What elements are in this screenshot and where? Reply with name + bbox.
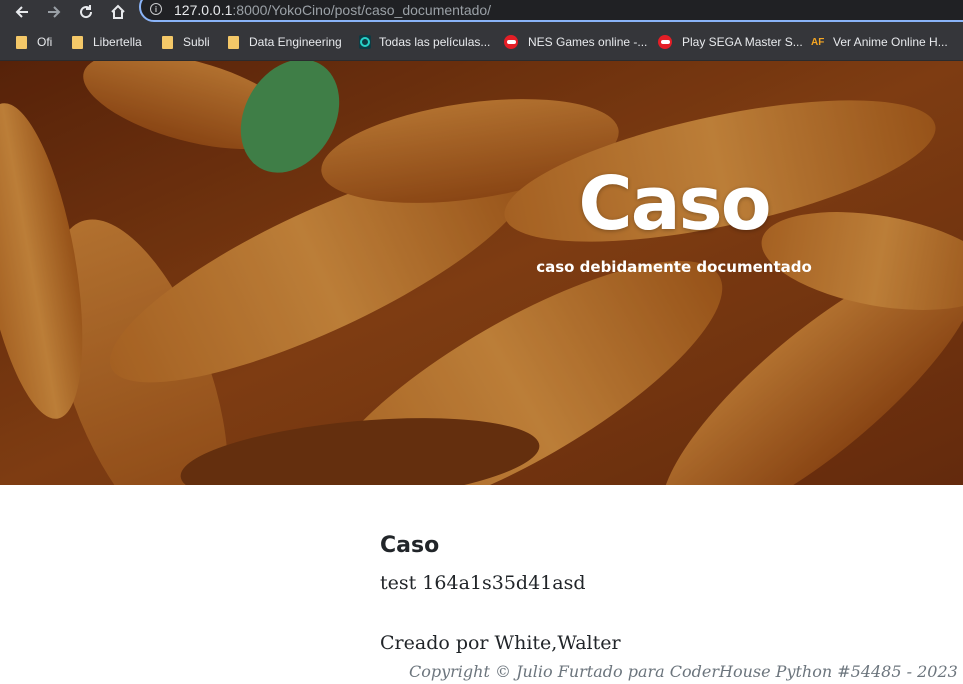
bookmark-label: Ofi — [37, 35, 53, 49]
home-button[interactable] — [102, 0, 134, 24]
bookmark-label: Ver Anime Online H... — [833, 35, 948, 49]
folder-icon — [16, 35, 27, 49]
bookmark-label: Subli — [183, 35, 210, 49]
game-icon — [658, 35, 672, 49]
bookmark-label: Todas las películas... — [379, 35, 491, 49]
folder-icon — [72, 35, 83, 49]
browser-toolbar: i 127.0.0.1:8000/YokoCino/post/caso_docu… — [0, 0, 963, 24]
back-button[interactable] — [6, 0, 38, 24]
url-path: :8000/YokoCino/post/caso_documentado/ — [232, 2, 492, 18]
info-icon[interactable]: i — [150, 3, 162, 15]
bookmark-todas-las-peliculas[interactable]: Todas las películas... — [359, 24, 490, 60]
bookmark-label: Data Engineering — [249, 35, 342, 49]
bookmark-ver-anime[interactable]: AF Ver Anime Online H... — [811, 24, 948, 60]
address-url[interactable]: 127.0.0.1:8000/YokoCino/post/caso_docume… — [174, 2, 491, 18]
hero-banner: Caso caso debidamente documentado — [0, 61, 963, 485]
bookmark-play-sega[interactable]: Play SEGA Master S... — [658, 24, 803, 60]
reload-icon — [80, 5, 93, 19]
post-title: Caso — [380, 533, 440, 558]
bookmark-libertella[interactable]: Libertella — [72, 24, 142, 60]
game-icon — [504, 35, 518, 49]
forward-arrow-icon — [48, 6, 61, 18]
hero-subtitle: caso debidamente documentado — [536, 258, 812, 276]
home-icon — [111, 4, 125, 19]
folder-icon — [228, 35, 239, 49]
reload-button[interactable] — [70, 0, 102, 24]
post-author: Creado por White,Walter — [380, 632, 621, 654]
post-body: test 164a1s35d41asd — [380, 572, 586, 594]
bookmark-subli[interactable]: Subli — [162, 24, 210, 60]
url-host: 127.0.0.1 — [174, 2, 233, 18]
bookmark-data-engineering[interactable]: Data Engineering — [228, 24, 342, 60]
bookmark-label: NES Games online -... — [528, 35, 648, 49]
copyright-text: Copyright © Julio Furtado para CoderHous… — [409, 662, 958, 681]
hero-title: Caso — [578, 161, 771, 247]
bookmarks-bar: Ofi Libertella Subli Data Engineering To… — [0, 24, 963, 61]
site-icon — [359, 35, 371, 49]
bookmark-label: Libertella — [93, 35, 142, 49]
back-arrow-icon — [15, 6, 28, 18]
bookmark-ofi[interactable]: Ofi — [16, 24, 52, 60]
bookmark-label: Play SEGA Master S... — [682, 35, 803, 49]
folder-icon — [162, 35, 173, 49]
af-icon: AF — [811, 36, 825, 48]
bookmark-nes-games[interactable]: NES Games online -... — [504, 24, 647, 60]
forward-button[interactable] — [38, 0, 70, 24]
